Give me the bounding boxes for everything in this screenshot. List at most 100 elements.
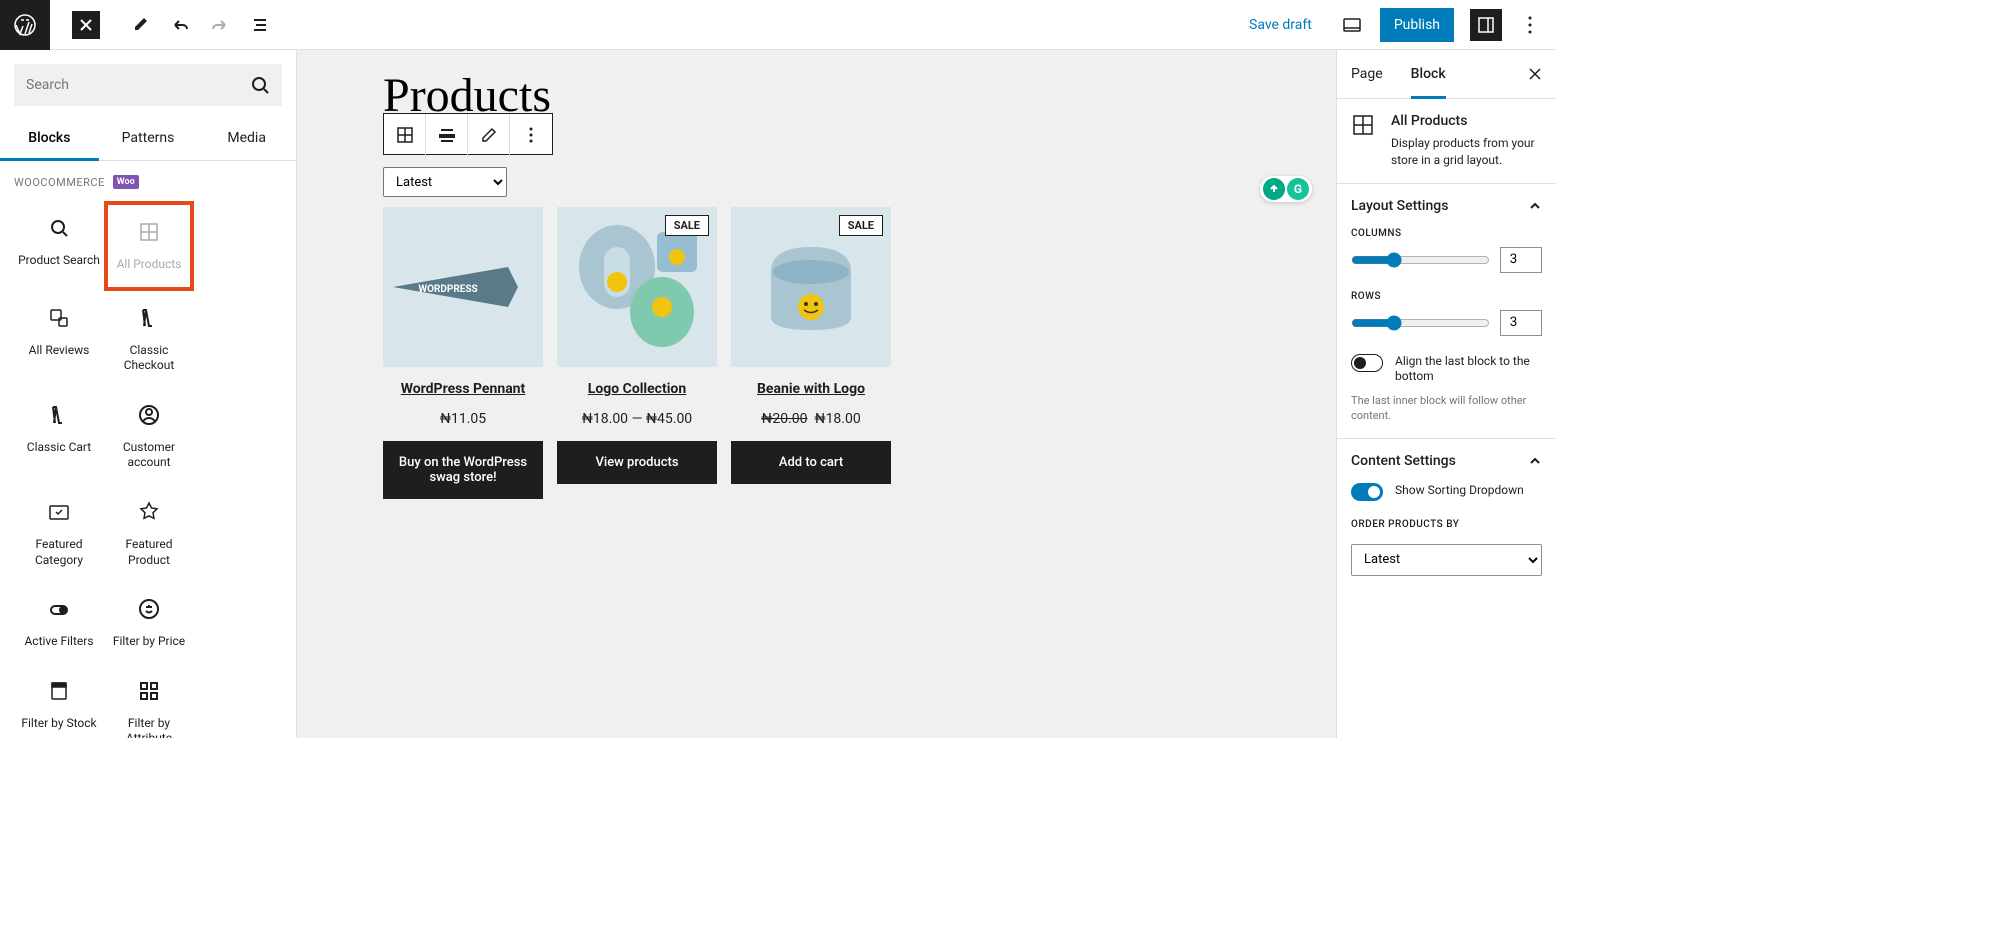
- block-label: Filter by Price: [113, 634, 185, 650]
- preview-icon[interactable]: [1334, 7, 1370, 43]
- block-label: Featured Category: [16, 537, 102, 568]
- search-input[interactable]: [26, 77, 250, 93]
- content-settings-header[interactable]: Content Settings: [1351, 453, 1542, 469]
- product-action-button[interactable]: Add to cart: [731, 441, 891, 484]
- settings-sidebar: Page Block All Products Display products…: [1336, 50, 1556, 738]
- woo-badge: Woo: [113, 175, 139, 189]
- block-name: All Products: [1391, 113, 1542, 129]
- block-item[interactable]: Classic Checkout: [104, 291, 194, 388]
- layout-settings-header[interactable]: Layout Settings: [1351, 198, 1542, 214]
- save-draft-button[interactable]: Save draft: [1237, 9, 1324, 41]
- block-label: All Reviews: [29, 343, 90, 359]
- block-item[interactable]: Filter by Stock: [14, 664, 104, 738]
- align-bottom-toggle[interactable]: [1351, 354, 1383, 372]
- block-icon: [136, 499, 162, 525]
- block-icon: [46, 678, 72, 704]
- block-item[interactable]: All Products: [104, 201, 194, 291]
- editor-canvas[interactable]: Products Latest G WORDPRESSWordPress: [297, 50, 1336, 738]
- close-settings-icon[interactable]: [1528, 67, 1542, 81]
- block-item[interactable]: Customer account: [104, 388, 194, 485]
- product-action-button[interactable]: Buy on the WordPress swag store!: [383, 441, 543, 499]
- product-name[interactable]: Logo Collection: [557, 381, 717, 397]
- block-item[interactable]: Featured Product: [104, 485, 194, 582]
- block-inserter-panel: Blocks Patterns Media WOOCOMMERCE Woo Pr…: [0, 50, 297, 738]
- svg-text:WORDPRESS: WORDPRESS: [418, 284, 477, 295]
- block-icon: [136, 678, 162, 704]
- tab-blocks[interactable]: Blocks: [0, 120, 99, 160]
- tab-block[interactable]: Block: [1411, 50, 1456, 98]
- sort-dropdown[interactable]: Latest: [383, 167, 507, 197]
- chevron-up-icon: [1528, 199, 1542, 213]
- rows-slider[interactable]: [1351, 315, 1490, 331]
- block-icon: [136, 402, 162, 428]
- block-icon: [46, 305, 72, 331]
- block-label: Classic Checkout: [106, 343, 192, 374]
- redo-icon: [202, 7, 238, 43]
- grammarly-widget[interactable]: G: [1260, 176, 1312, 202]
- block-item[interactable]: All Reviews: [14, 291, 104, 388]
- more-block-options-icon[interactable]: [510, 114, 552, 156]
- product-price: ₦18.00 — ₦45.00: [557, 411, 717, 427]
- product-price: ₦20.00 ₦18.00: [731, 411, 891, 427]
- grammarly-arrow-icon: [1263, 178, 1285, 200]
- block-icon: [136, 305, 162, 331]
- wordpress-logo[interactable]: [0, 0, 50, 50]
- block-search[interactable]: [14, 64, 282, 106]
- product-image[interactable]: SALE: [557, 207, 717, 367]
- block-label: Filter by Stock: [21, 716, 96, 732]
- search-icon: [250, 75, 270, 95]
- columns-input[interactable]: [1500, 247, 1542, 273]
- block-icon: [136, 219, 162, 245]
- document-outline-icon[interactable]: [242, 7, 278, 43]
- product-card: SALE Logo Collection ₦18.00 — ₦45.00 View p…: [557, 207, 717, 499]
- close-inserter-button[interactable]: [72, 11, 100, 39]
- grammarly-g-icon: G: [1287, 178, 1309, 200]
- tab-page[interactable]: Page: [1351, 50, 1393, 98]
- all-products-block-icon: [1351, 113, 1379, 141]
- block-item[interactable]: Classic Cart: [14, 388, 104, 485]
- block-label: Active Filters: [24, 634, 93, 650]
- block-label: All Products: [117, 257, 182, 273]
- block-item[interactable]: Filter by Price: [104, 582, 194, 664]
- settings-panel-toggle[interactable]: [1470, 9, 1502, 41]
- product-name[interactable]: Beanie with Logo: [731, 381, 891, 397]
- sale-badge: SALE: [839, 215, 883, 236]
- edit-icon[interactable]: [122, 7, 158, 43]
- product-price: ₦11.05: [383, 411, 543, 427]
- block-toolbar: [383, 113, 553, 155]
- chevron-up-icon: [1528, 454, 1542, 468]
- more-options-icon[interactable]: [1512, 7, 1548, 43]
- block-icon: [46, 499, 72, 525]
- block-item[interactable]: Active Filters: [14, 582, 104, 664]
- tab-media[interactable]: Media: [197, 120, 296, 160]
- block-type-icon[interactable]: [384, 114, 426, 156]
- block-icon: [46, 402, 72, 428]
- edit-block-icon[interactable]: [468, 114, 510, 156]
- tab-patterns[interactable]: Patterns: [99, 120, 198, 160]
- block-label: Featured Product: [106, 537, 192, 568]
- align-icon[interactable]: [426, 114, 468, 156]
- rows-label: ROWS: [1351, 291, 1542, 302]
- undo-icon[interactable]: [162, 7, 198, 43]
- align-bottom-label: Align the last block to the bottom: [1395, 354, 1542, 385]
- block-icon: [46, 596, 72, 622]
- sorting-dropdown-label: Show Sorting Dropdown: [1395, 483, 1524, 499]
- product-image[interactable]: WORDPRESS: [383, 207, 543, 367]
- block-label: Product Search: [18, 253, 100, 269]
- columns-slider[interactable]: [1351, 252, 1490, 268]
- sale-badge: SALE: [665, 215, 709, 236]
- rows-input[interactable]: [1500, 310, 1542, 336]
- block-item[interactable]: Featured Category: [14, 485, 104, 582]
- category-label: WOOCOMMERCE: [14, 176, 105, 189]
- block-item[interactable]: Filter by Attribute: [104, 664, 194, 738]
- sorting-dropdown-toggle[interactable]: [1351, 483, 1383, 501]
- product-image[interactable]: SALE: [731, 207, 891, 367]
- publish-button[interactable]: Publish: [1380, 8, 1454, 42]
- order-by-select[interactable]: Latest: [1351, 544, 1542, 576]
- product-name[interactable]: WordPress Pennant: [383, 381, 543, 397]
- product-action-button[interactable]: View products: [557, 441, 717, 484]
- columns-label: COLUMNS: [1351, 228, 1542, 239]
- product-card: WORDPRESS WordPress Pennant ₦11.05 Buy on t…: [383, 207, 543, 499]
- block-item[interactable]: Product Search: [14, 201, 104, 291]
- block-label: Classic Cart: [27, 440, 91, 456]
